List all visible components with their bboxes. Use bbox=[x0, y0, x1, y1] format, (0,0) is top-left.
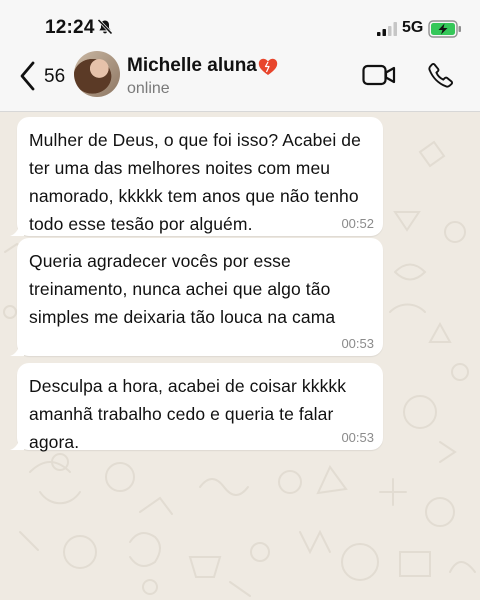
heart-icon bbox=[258, 58, 278, 75]
phone-call-icon[interactable] bbox=[428, 62, 454, 88]
unread-count[interactable]: 56 bbox=[44, 66, 65, 88]
message-time: 00:52 bbox=[341, 216, 374, 231]
message-bubble[interactable]: Queria agradecer vocês por esse treiname… bbox=[10, 238, 383, 356]
status-time: 12:24 bbox=[45, 17, 95, 38]
message-text: Queria agradecer vocês por esse treiname… bbox=[29, 251, 336, 327]
message-time: 00:53 bbox=[341, 336, 374, 351]
contact-status: online bbox=[127, 80, 170, 97]
message-time: 00:53 bbox=[341, 430, 374, 445]
signal-bars-icon bbox=[377, 22, 397, 36]
bubble-tail bbox=[10, 222, 24, 236]
message-text: Desculpa a hora, acabei de coisar kkkkk … bbox=[29, 376, 347, 452]
status-bar: 12:24 5G bbox=[0, 0, 480, 46]
message-text: Mulher de Deus, o que foi isso? Acabei d… bbox=[29, 130, 361, 234]
contact-name[interactable]: Michelle aluna bbox=[127, 55, 257, 77]
video-call-icon[interactable] bbox=[362, 63, 396, 87]
avatar[interactable] bbox=[74, 51, 120, 97]
message-bubble[interactable]: Mulher de Deus, o que foi isso? Acabei d… bbox=[10, 117, 383, 236]
chat-area[interactable]: Mulher de Deus, o que foi isso? Acabei d… bbox=[0, 112, 480, 600]
chevron-left-icon[interactable] bbox=[18, 60, 38, 92]
bubble-tail bbox=[10, 342, 24, 356]
bell-slash-icon bbox=[97, 18, 113, 35]
battery-charging-icon bbox=[428, 20, 461, 38]
network-type: 5G bbox=[402, 19, 424, 36]
message-bubble[interactable]: Desculpa a hora, acabei de coisar kkkkk … bbox=[10, 363, 383, 452]
bubble-tail bbox=[10, 436, 24, 450]
chat-header: 56 Michelle aluna online bbox=[0, 46, 480, 112]
